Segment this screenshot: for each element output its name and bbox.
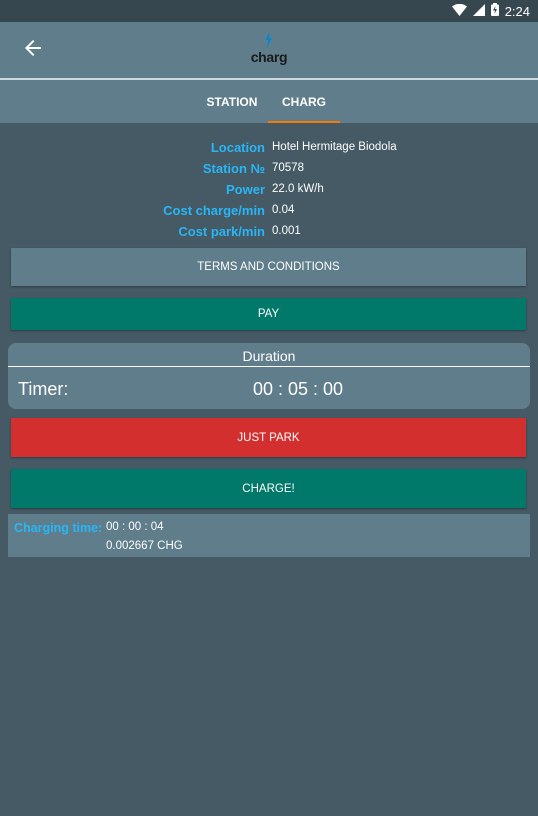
- status-time: 2:24: [504, 3, 530, 19]
- info-label: Power: [225, 182, 265, 197]
- info-value: 70578: [272, 162, 304, 174]
- info-value: 0.001: [272, 225, 301, 237]
- duration-divider: [8, 366, 530, 367]
- info-row-power: Power 22.0 kW/h: [0, 182, 538, 202]
- timer-value: 00 : 05 : 00: [253, 379, 344, 399]
- battery-icon: [490, 3, 499, 19]
- info-label: Station №: [202, 161, 265, 176]
- terms-button[interactable]: TERMS AND CONDITIONS: [11, 248, 526, 286]
- duration-card: Duration Timer: 00 : 05 : 00: [8, 343, 530, 409]
- app-logo: charg: [251, 32, 288, 64]
- info-row-cost-park: Cost park/min 0.001: [0, 224, 538, 244]
- charging-time-value: 00 : 00 : 04: [106, 521, 164, 533]
- info-row-cost-charge: Cost charge/min 0.04: [0, 203, 538, 223]
- info-value: Hotel Hermitage Biodola: [272, 141, 397, 153]
- just-park-button[interactable]: JUST PARK: [11, 418, 526, 457]
- wifi-icon: [451, 3, 467, 19]
- info-row-location: Location Hotel Hermitage Biodola: [0, 140, 538, 160]
- signal-icon: [472, 3, 485, 19]
- timer-label: Timer:: [18, 379, 69, 399]
- tab-bar: STATION CHARG: [0, 80, 538, 123]
- back-button[interactable]: [20, 38, 46, 62]
- info-value: 0.04: [272, 204, 295, 216]
- info-label: Location: [210, 140, 265, 155]
- arrow-back-icon: [25, 40, 41, 60]
- app-bar: charg: [0, 22, 538, 78]
- charging-cost-value: 0.002667 CHG: [106, 540, 183, 552]
- duration-title: Duration: [242, 348, 296, 364]
- tab-charg[interactable]: CHARG: [268, 80, 340, 123]
- tab-station[interactable]: STATION: [196, 80, 268, 123]
- logo-text: charg: [250, 49, 288, 65]
- info-value: 22.0 kW/h: [272, 183, 324, 195]
- status-bar: 2:24: [0, 0, 538, 22]
- pay-button[interactable]: PAY: [11, 298, 526, 330]
- tab-indicator: [268, 121, 340, 123]
- charging-card: Charging time: 00 : 00 : 04 0.002667 CHG: [8, 514, 530, 557]
- info-row-station: Station № 70578: [0, 161, 538, 181]
- info-label: Cost charge/min: [163, 203, 265, 218]
- info-label: Cost park/min: [178, 224, 265, 239]
- charge-button[interactable]: CHARGE!: [11, 469, 526, 508]
- charging-time-label: Charging time:: [14, 521, 103, 535]
